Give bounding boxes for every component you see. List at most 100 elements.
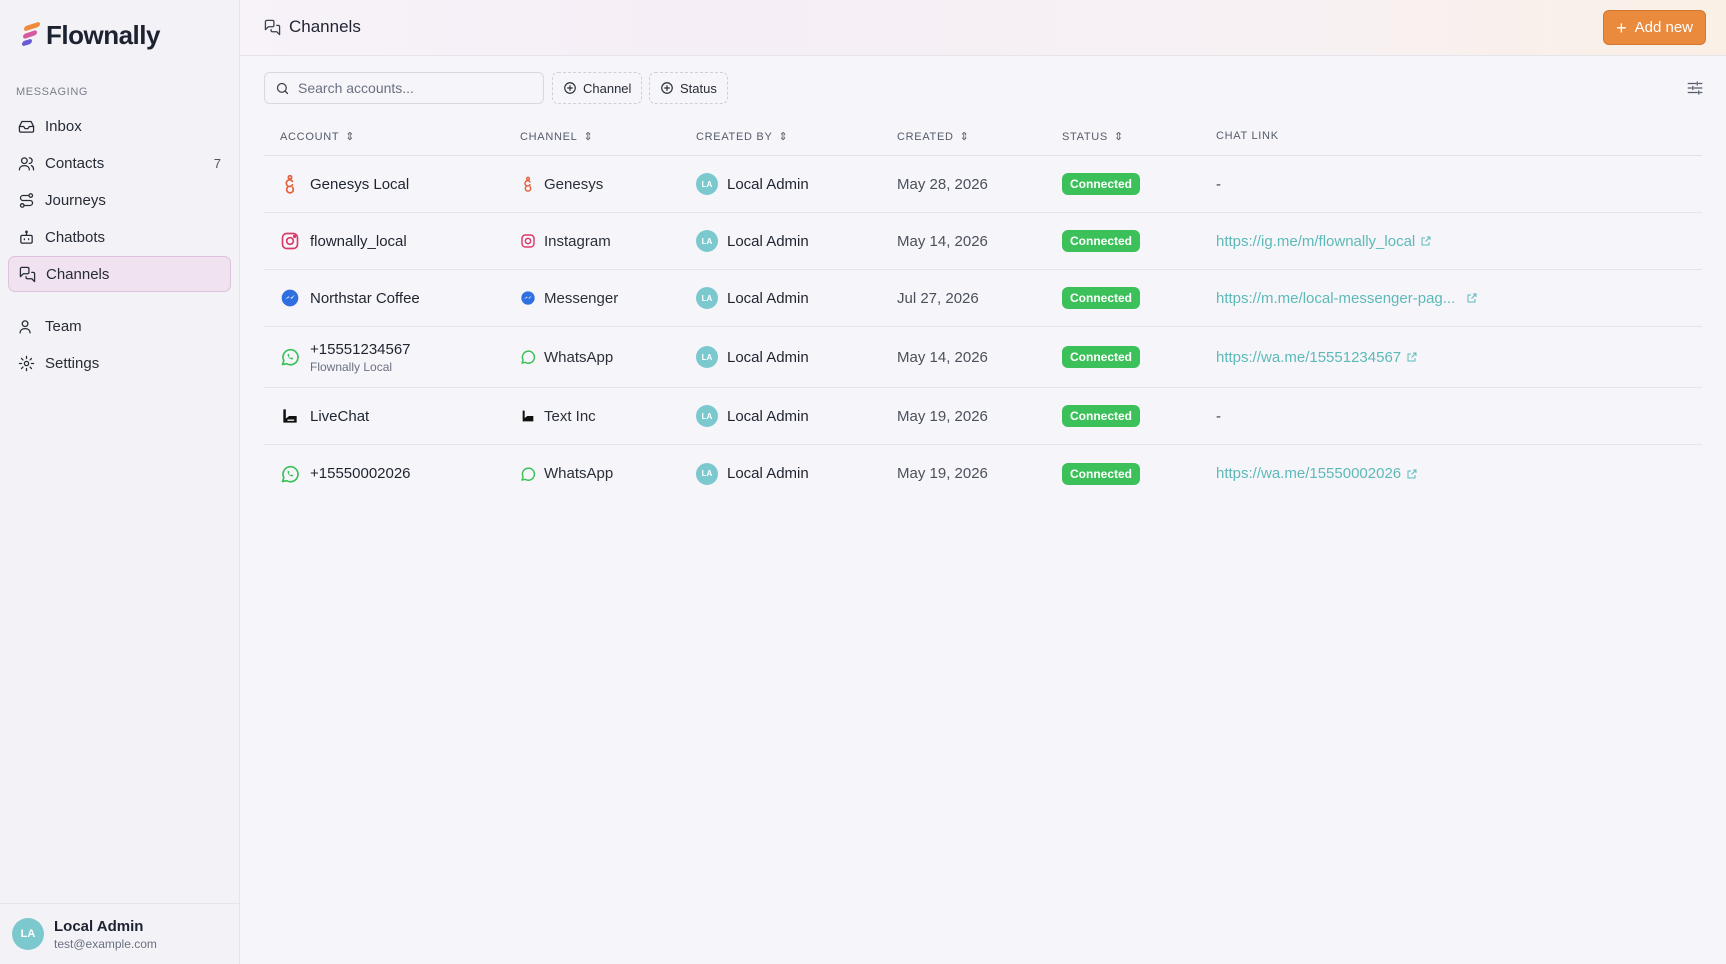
channel-name: WhatsApp: [544, 465, 614, 482]
search-icon: [276, 82, 289, 94]
sidebar-item-channels[interactable]: Channels: [8, 256, 231, 292]
chat-icon: [19, 266, 36, 282]
team-icon: [19, 319, 31, 334]
created-date: May 19, 2026: [897, 465, 988, 482]
avatar: LA: [696, 287, 718, 309]
account-name: +15550002026: [310, 465, 411, 482]
column-header-status[interactable]: STATUS ⇕: [1062, 130, 1124, 144]
channels-table: ACCOUNT ⇕ CHANNEL ⇕ CREATED BY ⇕ CREATED ⇕ S…: [264, 116, 1702, 502]
status-badge: Connected: [1062, 230, 1141, 252]
instagram-icon: [281, 232, 299, 250]
chat-link[interactable]: https://ig.me/m/flownally_local: [1216, 213, 1432, 269]
channel-cell: Instagram: [520, 213, 611, 269]
chat-link[interactable]: https://m.me/local-messenger-pag...: [1216, 270, 1478, 326]
channel-cell: WhatsApp: [520, 327, 613, 387]
chat-icon: [264, 19, 281, 35]
app-logo[interactable]: Flownally: [20, 20, 160, 51]
add-new-label: Add new: [1634, 19, 1693, 36]
column-label: CREATED BY: [696, 130, 773, 143]
created-by-cell: LA Local Admin: [696, 445, 809, 502]
column-header-created[interactable]: CREATED ⇕: [897, 130, 970, 144]
creator-name: Local Admin: [727, 465, 809, 482]
account-cell: +15551234567 Flownally Local: [280, 327, 411, 387]
external-link-icon: [1407, 352, 1417, 362]
table-row[interactable]: +15550002026 WhatsApp LA Local Admin May…: [264, 445, 1702, 502]
creator-name: Local Admin: [727, 175, 809, 193]
sidebar-item-label: Journeys: [45, 191, 106, 209]
status-filter-label: Status: [680, 80, 717, 96]
account-subtitle: Flownally Local: [310, 359, 393, 374]
creator-name: Local Admin: [727, 348, 809, 366]
column-header-channel[interactable]: CHANNEL ⇕: [520, 130, 593, 144]
genesys-icon: [285, 174, 295, 194]
status-cell: Connected: [1062, 445, 1141, 502]
channel-name: Messenger: [544, 289, 619, 307]
channel-name: Instagram: [544, 232, 611, 250]
sidebar-item-team[interactable]: Team: [8, 308, 231, 344]
sort-icon: ⇕: [959, 131, 970, 143]
contacts-count: 7: [213, 155, 221, 171]
whatsapp-icon: [281, 348, 299, 366]
user-profile[interactable]: LA Local Admin test@example.com: [0, 903, 240, 964]
created-date: May 19, 2026: [897, 407, 988, 425]
account-name: LiveChat: [310, 407, 370, 425]
chat-link-empty: -: [1216, 407, 1221, 425]
search-box[interactable]: [264, 72, 544, 104]
add-new-button[interactable]: + Add new: [1603, 10, 1706, 45]
table-row[interactable]: flownally_local Instagram LA Local Admin…: [264, 213, 1702, 270]
created-date: May 14, 2026: [897, 232, 988, 250]
genesys-icon: [524, 176, 532, 192]
sidebar-item-contacts[interactable]: Contacts 7: [8, 145, 231, 181]
created-by-cell: LA Local Admin: [696, 156, 809, 212]
table-row[interactable]: LiveChat Text Inc LA Local Admin May 19,…: [264, 388, 1702, 445]
column-label: CHAT LINK: [1216, 130, 1279, 142]
created-by-cell: LA Local Admin: [696, 327, 809, 387]
account-name: +15551234567: [310, 340, 411, 358]
sidebar-item-inbox[interactable]: Inbox: [8, 108, 231, 144]
status-badge: Connected: [1062, 173, 1141, 195]
gear-icon: [18, 355, 35, 371]
table-row[interactable]: +15551234567 Flownally Local WhatsApp LA…: [264, 327, 1702, 388]
search-input[interactable]: [298, 80, 528, 96]
whatsapp-icon: [521, 466, 536, 481]
sidebar-item-settings[interactable]: Settings: [8, 345, 231, 381]
sidebar-item-chatbots[interactable]: Chatbots: [8, 219, 231, 255]
bot-icon: [20, 229, 33, 244]
chat-link[interactable]: https://wa.me/15550002026: [1216, 445, 1418, 502]
table-header: ACCOUNT ⇕ CHANNEL ⇕ CREATED BY ⇕ CREATED ⇕ S…: [264, 116, 1702, 156]
column-header-account[interactable]: ACCOUNT ⇕: [280, 130, 355, 144]
creator-name: Local Admin: [727, 407, 809, 425]
sidebar-item-label: Team: [45, 317, 82, 335]
chat-link-text: https://wa.me/15550002026: [1216, 465, 1402, 482]
table-row[interactable]: Northstar Coffee Messenger LA Local Admi…: [264, 270, 1702, 327]
created-date: Jul 27, 2026: [897, 289, 979, 307]
channel-cell: Messenger: [520, 270, 618, 326]
sidebar-item-journeys[interactable]: Journeys: [8, 182, 231, 218]
chat-link-empty: -: [1216, 175, 1221, 193]
status-cell: Connected: [1062, 156, 1141, 212]
table-row[interactable]: Genesys Local Genesys LA Local Admin May…: [264, 156, 1702, 213]
chat-link[interactable]: https://wa.me/15551234567: [1216, 327, 1418, 387]
sidebar: Flownally MESSAGING Inbox Contacts 7 Jou…: [0, 0, 240, 964]
avatar: LA: [696, 462, 718, 485]
status-filter-button[interactable]: Status: [649, 72, 728, 104]
sort-icon: ⇕: [1113, 131, 1124, 143]
channel-name: Text Inc: [544, 407, 596, 425]
creator-name: Local Admin: [727, 232, 809, 250]
view-options-icon[interactable]: [1686, 79, 1704, 97]
created-by-cell: LA Local Admin: [696, 388, 809, 444]
messenger-icon: [281, 289, 299, 307]
users-icon: [18, 156, 35, 171]
column-header-created-by[interactable]: CREATED BY ⇕: [696, 130, 789, 144]
app-name: Flownally: [46, 20, 160, 50]
created-by-cell: LA Local Admin: [696, 213, 809, 269]
external-link-icon: [1421, 236, 1431, 246]
messenger-icon: [521, 291, 535, 305]
channel-cell: Genesys: [520, 156, 603, 212]
channel-filter-label: Channel: [583, 80, 632, 96]
sort-icon: ⇕: [778, 131, 789, 143]
sidebar-item-label: Settings: [45, 354, 100, 372]
channel-cell: WhatsApp: [520, 445, 613, 502]
channel-name: WhatsApp: [544, 348, 614, 366]
channel-filter-button[interactable]: Channel: [552, 72, 643, 104]
